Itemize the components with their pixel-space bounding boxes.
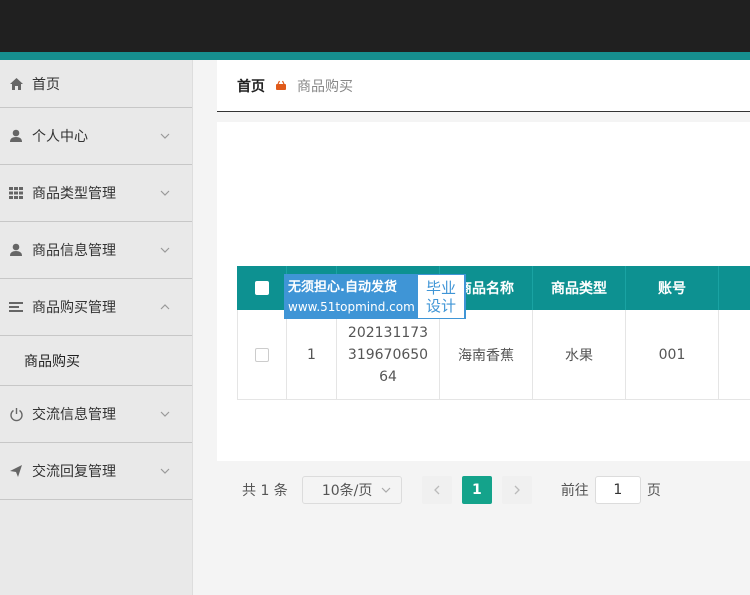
header-account[interactable]: 账号 [626, 266, 719, 310]
watermark-text-block: 无须担心.自动发货 www.51topmind.com [284, 274, 418, 319]
breadcrumb-current: 商品购买 [297, 78, 353, 95]
row-more [719, 310, 750, 400]
sidebar-item-product-type[interactable]: 商品类型管理 [0, 165, 192, 222]
goto-label: 前往 [560, 483, 589, 499]
row-product-type: 水果 [533, 310, 626, 400]
chevron-up-icon [160, 304, 170, 310]
row-index: 1 [287, 310, 337, 400]
page-size-value: 10条/页 [321, 483, 373, 499]
header-more [719, 266, 750, 310]
next-page-button[interactable] [501, 476, 532, 504]
sidebar-item-label: 交流信息管理 [32, 407, 116, 423]
send-icon [8, 463, 24, 479]
top-accent-strip [0, 52, 750, 60]
home-icon [8, 76, 24, 92]
sidebar-item-home[interactable]: 首页 [0, 60, 192, 108]
sidebar-item-label: 商品类型管理 [32, 186, 116, 202]
watermark-slogan: 无须担心.自动发货 [288, 279, 397, 295]
chevron-down-icon [160, 468, 170, 474]
row-checkbox[interactable] [255, 348, 269, 362]
page-suffix: 页 [646, 483, 661, 499]
page-size-select[interactable]: 10条/页 [301, 476, 402, 504]
grid-icon [8, 185, 24, 201]
sidebar-item-product-info[interactable]: 商品信息管理 [0, 222, 192, 279]
sidebar: 首页 个人中心 商品类型管理 商品信息管理 商品购买管理 商品购买 交流信息管理 [0, 60, 193, 595]
select-all-checkbox[interactable] [254, 281, 269, 295]
watermark-badge-line2: 设计 [425, 296, 456, 315]
top-bar [0, 0, 750, 52]
chevron-down-icon [160, 190, 170, 196]
sidebar-item-personal-center[interactable]: 个人中心 [0, 108, 192, 165]
prev-page-button[interactable] [421, 476, 452, 504]
chevron-down-icon [160, 411, 170, 417]
main-area: 首页 商品购买 商品名称 商品类型 账号 1 202131173 3196706… [217, 60, 750, 504]
submenu-item-purchase[interactable]: 商品购买 [0, 336, 192, 386]
sidebar-item-purchase-management[interactable]: 商品购买管理 [0, 279, 192, 336]
watermark-badge: 毕业 设计 [418, 275, 464, 318]
header-select-cell [237, 266, 287, 310]
shopping-basket-icon [275, 80, 287, 92]
row-account: 001 [626, 310, 719, 400]
sidebar-item-label: 商品信息管理 [32, 243, 116, 259]
page-number-button[interactable]: 1 [461, 476, 492, 504]
goto-page-input[interactable] [594, 476, 641, 504]
table-row: 1 202131173 319670650 64 海南香蕉 水果 001 [237, 310, 750, 400]
sidebar-item-label: 交流回复管理 [32, 464, 116, 480]
breadcrumb: 首页 商品购买 [217, 60, 750, 112]
row-code: 202131173 319670650 64 [337, 310, 440, 400]
watermark-url: www.51topmind.com [288, 299, 415, 314]
sidebar-item-label: 个人中心 [32, 129, 88, 145]
chevron-down-icon [160, 247, 170, 253]
list-icon [8, 299, 24, 315]
watermark-banner: 无须担心.自动发货 www.51topmind.com 毕业 设计 [284, 274, 466, 319]
breadcrumb-home[interactable]: 首页 [237, 76, 265, 96]
sidebar-item-label: 首页 [32, 76, 60, 93]
row-product-name: 海南香蕉 [440, 310, 533, 400]
chevron-down-icon [160, 133, 170, 139]
chevron-right-icon [514, 485, 520, 495]
chevron-left-icon [433, 485, 440, 495]
row-select-cell [237, 310, 287, 400]
user-icon [8, 242, 24, 258]
sidebar-item-exchange-info[interactable]: 交流信息管理 [0, 386, 192, 443]
power-icon [8, 406, 24, 422]
chevron-down-icon [381, 487, 391, 493]
watermark-badge-line1: 毕业 [425, 278, 456, 297]
user-icon [8, 128, 24, 144]
pagination: 共 1 条 10条/页 1 前往 页 [242, 475, 661, 505]
pagination-total: 共 1 条 [242, 483, 288, 499]
sidebar-item-label: 商品购买管理 [32, 300, 116, 316]
header-product-type[interactable]: 商品类型 [533, 266, 626, 310]
sidebar-item-exchange-reply[interactable]: 交流回复管理 [0, 443, 192, 500]
